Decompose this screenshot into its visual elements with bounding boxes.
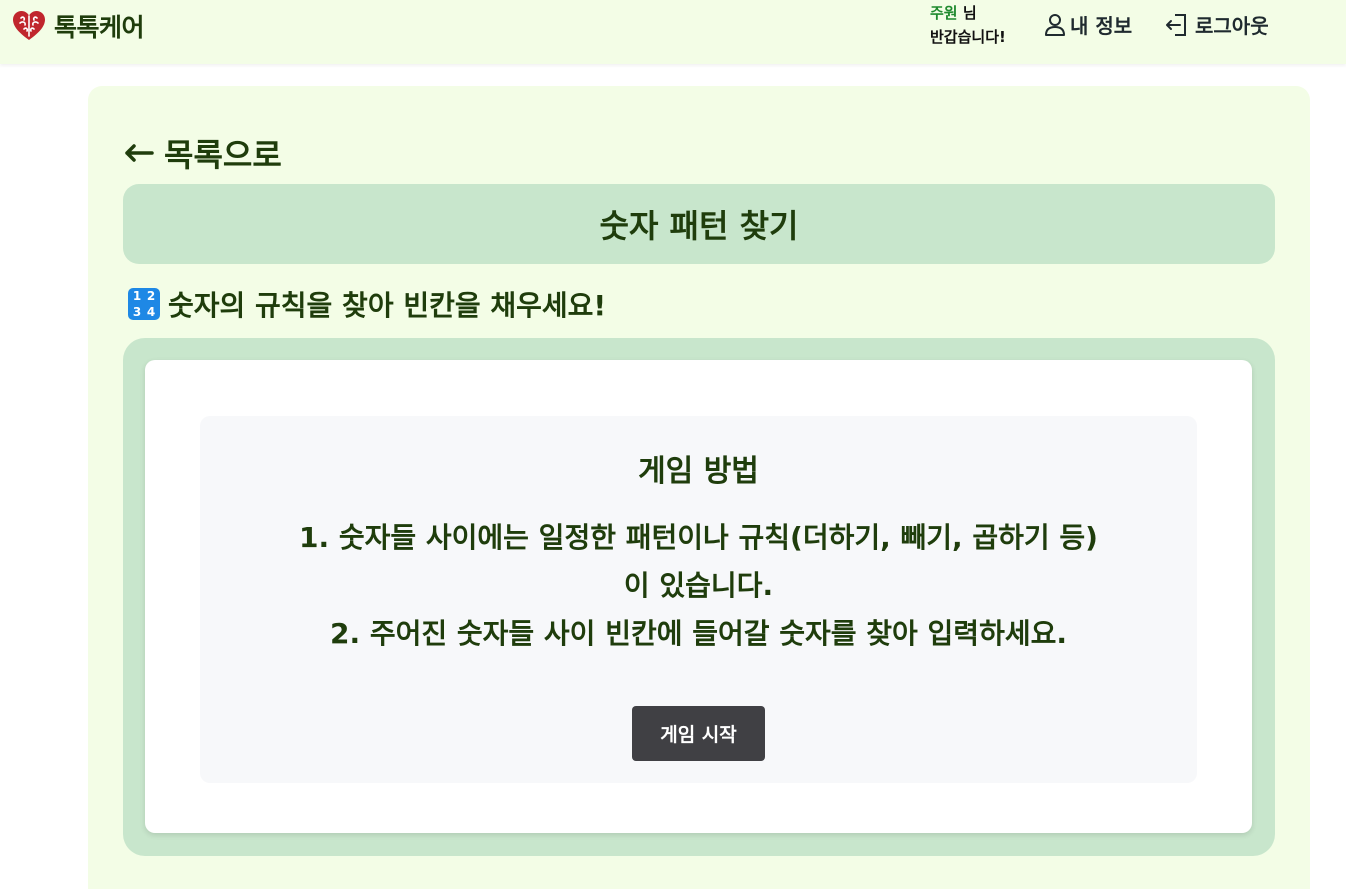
start-game-button[interactable]: 게임 시작 <box>632 706 765 761</box>
brain-heart-icon <box>13 11 45 40</box>
main-content: 목록으로 숫자 패턴 찾기 1234 숫자의 규칙을 찾아 빈칸을 채우세요! … <box>88 86 1310 889</box>
greeting-line1: 주원 님 <box>930 1 1006 25</box>
logout-label: 로그아웃 <box>1195 14 1269 38</box>
instruction-text: 숫자의 규칙을 찾아 빈칸을 채우세요! <box>168 289 607 322</box>
logout-icon <box>1166 13 1186 36</box>
arrow-left-icon <box>125 144 154 162</box>
how-to-play-rules: 1. 숫자들 사이에는 일정한 패턴이나 규칙(더하기, 빼기, 곱하기 등) … <box>220 514 1177 658</box>
game-panel: 게임 방법 1. 숫자들 사이에는 일정한 패턴이나 규칙(더하기, 빼기, 곱… <box>145 360 1252 833</box>
how-to-play-box: 게임 방법 1. 숫자들 사이에는 일정한 패턴이나 규칙(더하기, 빼기, 곱… <box>200 416 1197 783</box>
logo-text: 톡톡케어 <box>54 13 145 42</box>
greeting: 주원 님 반갑습니다! <box>930 1 1006 49</box>
instruction-heading: 1234 숫자의 규칙을 찾아 빈칸을 채우세요! <box>128 284 606 324</box>
rule-2: 2. 주어진 숫자들 사이 빈칸에 들어갈 숫자를 찾아 입력하세요. <box>330 617 1067 650</box>
input-numbers-icon: 1234 <box>128 288 160 320</box>
user-icon <box>1045 13 1065 36</box>
rule-1: 1. 숫자들 사이에는 일정한 패턴이나 규칙(더하기, 빼기, 곱하기 등) <box>299 521 1098 554</box>
page-title-bar: 숫자 패턴 찾기 <box>123 184 1275 264</box>
back-label: 목록으로 <box>164 136 282 174</box>
logo[interactable]: 톡톡케어 <box>12 8 145 44</box>
greeting-line2: 반갑습니다! <box>930 28 1006 46</box>
my-info-label: 내 정보 <box>1070 14 1133 38</box>
top-header: 톡톡케어 주원 님 반갑습니다! 내 정보 로그아웃 <box>0 0 1346 64</box>
page-title: 숫자 패턴 찾기 <box>599 207 799 245</box>
greeting-suffix: 님 <box>957 4 977 22</box>
username: 주원 <box>930 4 958 22</box>
how-to-play-title: 게임 방법 <box>638 454 759 489</box>
game-area: 게임 방법 1. 숫자들 사이에는 일정한 패턴이나 규칙(더하기, 빼기, 곱… <box>123 338 1275 856</box>
back-to-list-link[interactable]: 목록으로 <box>124 130 282 176</box>
my-info-link[interactable]: 내 정보 <box>1044 10 1132 39</box>
rule-1-continued: 이 있습니다. <box>623 569 774 602</box>
logout-link[interactable]: 로그아웃 <box>1165 10 1269 39</box>
